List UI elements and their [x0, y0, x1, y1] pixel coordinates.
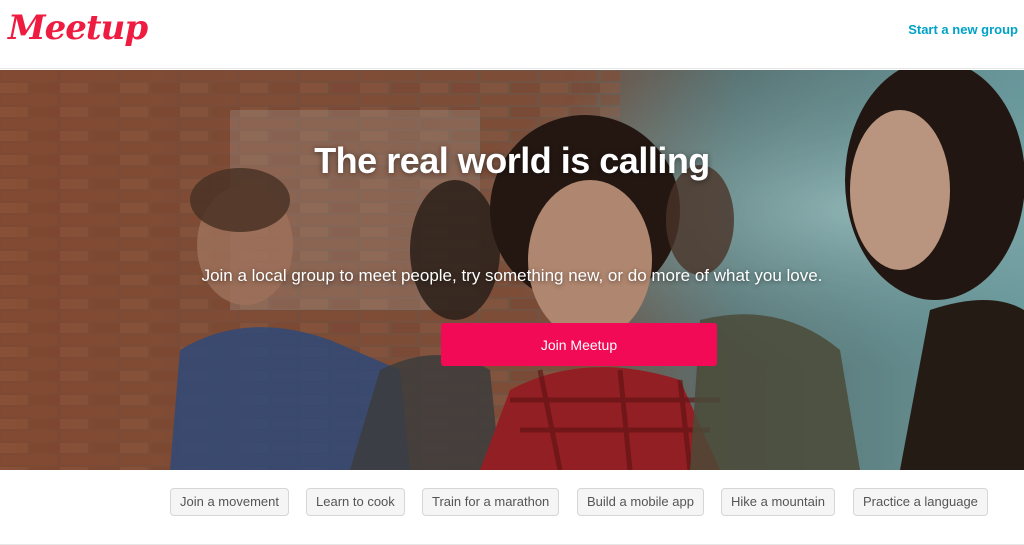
hero-subtitle: Join a local group to meet people, try s…: [201, 266, 823, 285]
join-meetup-button[interactable]: Join Meetup: [441, 323, 717, 366]
meetup-logo[interactable]: Meetup: [8, 8, 148, 48]
top-header: Meetup Start a new group: [0, 0, 1024, 69]
start-new-group-link[interactable]: Start a new group: [908, 22, 1018, 37]
topic-chip-build-a-mobile-app[interactable]: Build a mobile app: [577, 488, 704, 516]
topic-chip-practice-a-language[interactable]: Practice a language: [853, 488, 988, 516]
topic-suggestions: Join a movement Learn to cook Train for …: [0, 471, 1024, 545]
topic-chip-hike-a-mountain[interactable]: Hike a mountain: [721, 488, 835, 516]
topic-chip-join-a-movement[interactable]: Join a movement: [170, 488, 289, 516]
hero-banner: The real world is calling Join a local g…: [0, 70, 1024, 470]
topic-chip-train-for-a-marathon[interactable]: Train for a marathon: [422, 488, 560, 516]
hero-title: The real world is calling: [314, 140, 710, 181]
topic-chip-learn-to-cook[interactable]: Learn to cook: [306, 488, 405, 516]
